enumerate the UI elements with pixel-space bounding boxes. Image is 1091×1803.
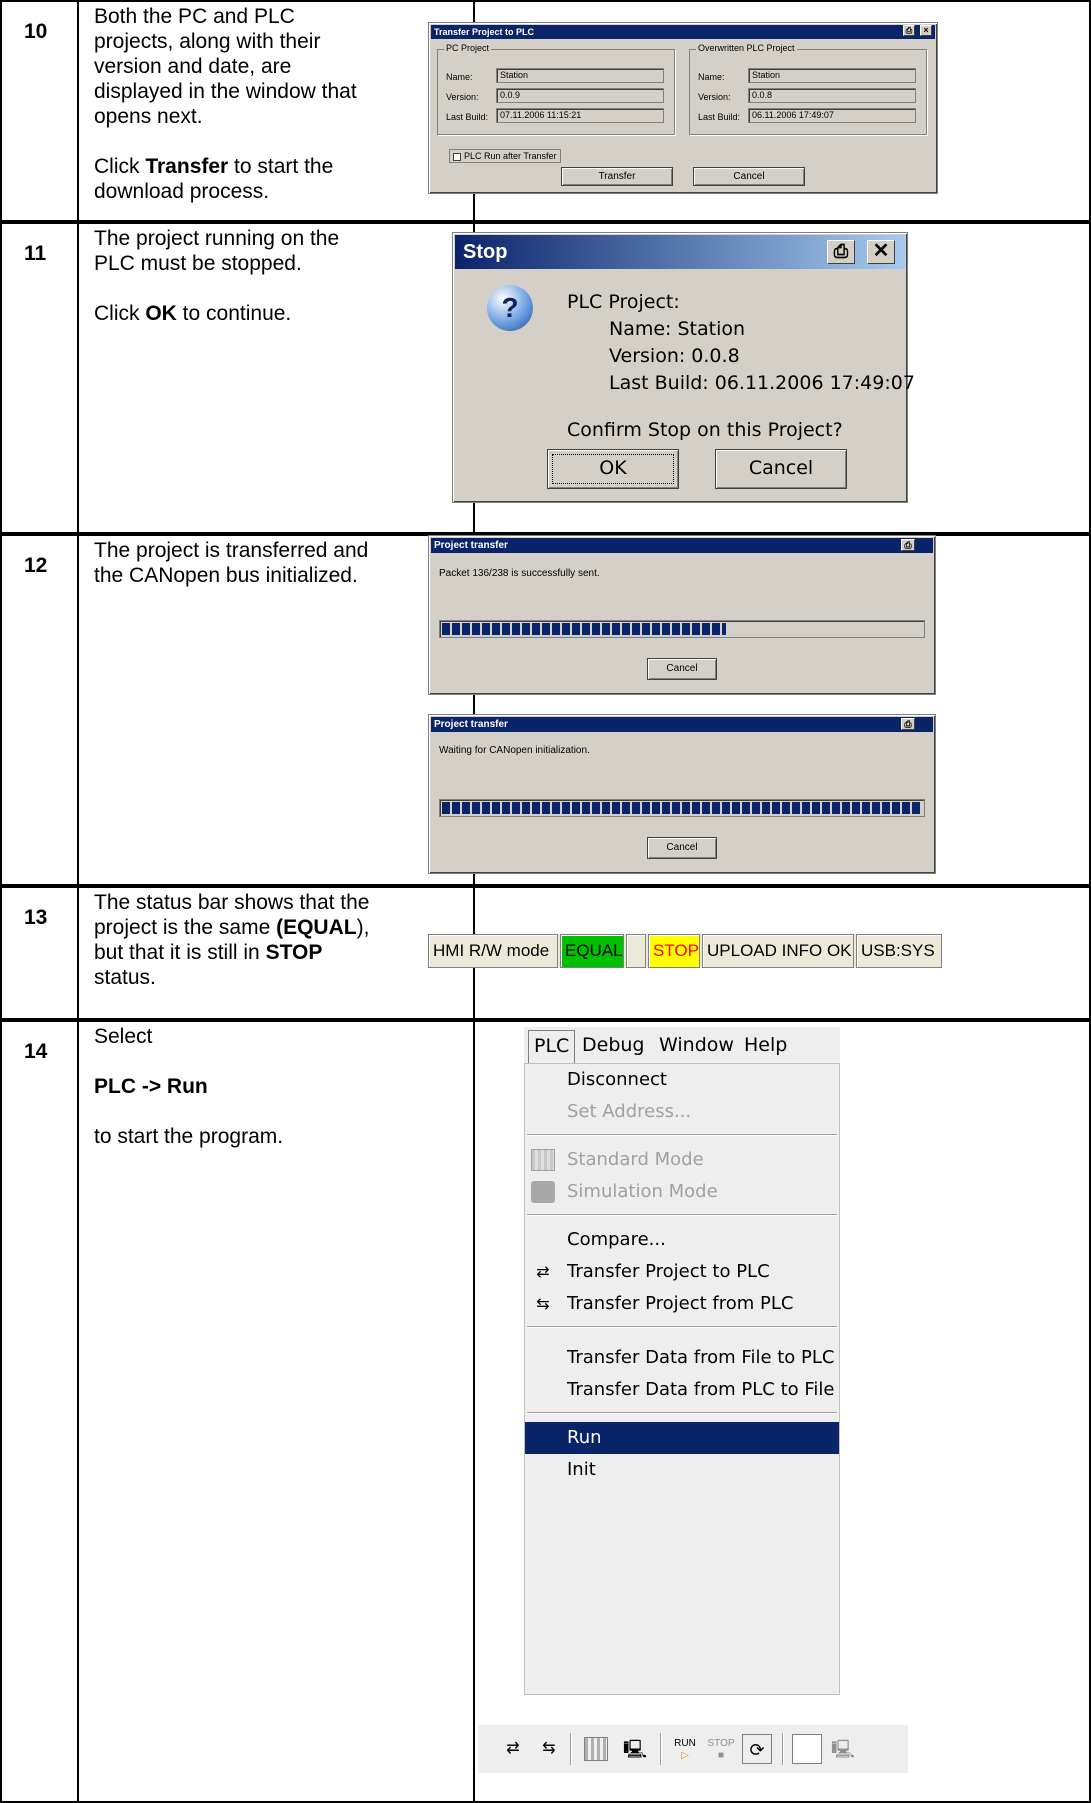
standard-mode-icon xyxy=(531,1149,555,1171)
dialog-title: Project transfer xyxy=(434,540,508,551)
question-icon: ? xyxy=(487,285,533,331)
standard-mode-icon[interactable] xyxy=(584,1737,608,1761)
status-mode: HMI R/W mode xyxy=(428,934,558,968)
plc-project-group: Overwritten PLC Project Name: Station Ve… xyxy=(689,43,927,135)
menu-item-disconnect[interactable]: Disconnect xyxy=(525,1064,839,1096)
plc-lastbuild-field: 06.11.2006 17:49:07 xyxy=(748,108,916,123)
simulation-mode-icon xyxy=(531,1181,555,1203)
step-number: 14 xyxy=(0,1020,77,1803)
menu-item-transfer-data-plc-to-file[interactable]: Transfer Data from PLC to File xyxy=(525,1374,839,1406)
printer-icon[interactable]: ⎙ xyxy=(827,240,855,264)
ok-button[interactable]: OK xyxy=(547,449,679,489)
menu-item-simulation-mode[interactable]: Simulation Mode xyxy=(525,1176,839,1208)
simulation-mode-icon[interactable]: 🖳 xyxy=(620,1734,650,1764)
plc-toolbar: ⇄ ⇆ 🖳 RUN ▷ STOP ■ ⟳ 🖳 xyxy=(478,1725,908,1773)
menu-item-set-address[interactable]: Set Address... xyxy=(525,1096,839,1128)
step-description: The project is transferred and the CANop… xyxy=(77,534,475,886)
toolbar-separator xyxy=(570,1733,572,1765)
menu-item-run[interactable]: Run xyxy=(525,1422,839,1454)
progress-message: Waiting for CANopen initialization. xyxy=(439,745,590,756)
stop-dialog: Stop ⎙ ✕ ? PLC Project: Name: Station Ve… xyxy=(452,232,915,503)
project-transfer-dialog: Project transfer ⎙ Packet 136/238 is suc… xyxy=(428,535,936,695)
plc-dropdown-menu: Disconnect Set Address... Standard Mode … xyxy=(524,1063,840,1695)
step-number: 10 xyxy=(0,0,77,222)
dialog-title: Project transfer xyxy=(434,719,508,730)
step-number: 11 xyxy=(0,222,77,534)
stop-icon[interactable]: STOP ■ xyxy=(706,1734,736,1764)
step-description: Both the PC and PLC projects, along with… xyxy=(77,0,475,222)
menu-item-transfer-to-plc[interactable]: ⇄ Transfer Project to PLC xyxy=(525,1256,839,1288)
cancel-button[interactable]: Cancel xyxy=(715,449,847,489)
printer-icon[interactable]: ⎙ xyxy=(901,718,915,730)
menu-separator xyxy=(527,1412,837,1414)
transfer-to-plc-icon[interactable]: ⇄ xyxy=(498,1734,528,1764)
status-bar: HMI R/W mode EQUAL STOP UPLOAD INFO OK U… xyxy=(428,934,942,968)
menu-help[interactable]: Help xyxy=(744,1030,787,1060)
plc-version-field: 0.0.8 xyxy=(748,88,916,103)
step-number: 12 xyxy=(0,534,77,886)
status-upload: UPLOAD INFO OK xyxy=(702,934,854,968)
pc-project-group: PC Project Name: Station Version: 0.0.9 … xyxy=(437,43,675,135)
plc-run-checkbox[interactable]: PLC Run after Transfer xyxy=(449,149,561,163)
progress-bar xyxy=(439,620,925,638)
transfer-project-dialog: Transfer Project to PLC ⎙ × PC Project N… xyxy=(428,22,938,194)
toolbar-separator xyxy=(782,1733,784,1765)
status-state: STOP xyxy=(648,934,700,968)
simulation-mode-icon[interactable]: 🖳 xyxy=(828,1734,858,1764)
printer-icon[interactable]: ⎙ xyxy=(901,539,915,551)
transfer-from-plc-icon[interactable]: ⇆ xyxy=(534,1734,564,1764)
menu-debug[interactable]: Debug xyxy=(582,1030,644,1060)
menu-plc[interactable]: PLC xyxy=(528,1030,576,1064)
progress-fill xyxy=(442,623,726,635)
project-transfer-dialog: Project transfer ⎙ Waiting for CANopen i… xyxy=(428,714,936,874)
plc-name-field: Station xyxy=(748,68,916,83)
checkbox-box[interactable] xyxy=(453,152,461,161)
close-icon[interactable]: × xyxy=(920,25,932,36)
stop-message: PLC Project: Name: Station Version: 0.0.… xyxy=(567,291,915,441)
dialog-title: Stop xyxy=(463,241,508,263)
cancel-button[interactable]: Cancel xyxy=(693,167,805,186)
progress-bar xyxy=(439,799,925,817)
menu-item-standard-mode[interactable]: Standard Mode xyxy=(525,1144,839,1176)
pc-lastbuild-field: 07.11.2006 11:15:21 xyxy=(496,108,664,123)
step-description: Select PLC -> Run to start the program. xyxy=(77,1020,475,1803)
dialog-titlebar: Project transfer ⎙ xyxy=(431,717,933,732)
menu-item-transfer-from-plc[interactable]: ⇆ Transfer Project from PLC xyxy=(525,1288,839,1320)
step-description: The status bar shows that the project is… xyxy=(77,886,475,1020)
transfer-to-plc-icon: ⇄ xyxy=(536,1262,550,1281)
cancel-button[interactable]: Cancel xyxy=(647,837,717,859)
menu-item-compare[interactable]: Compare... xyxy=(525,1224,839,1256)
close-icon[interactable]: ✕ xyxy=(867,240,895,264)
menu-separator xyxy=(527,1214,837,1216)
transfer-button[interactable]: Transfer xyxy=(561,167,673,186)
pc-name-field: Station xyxy=(496,68,664,83)
standard-mode-icon[interactable] xyxy=(792,1734,822,1764)
menu-window[interactable]: Window xyxy=(659,1030,734,1060)
status-empty xyxy=(626,934,646,968)
run-icon[interactable]: RUN ▷ xyxy=(670,1734,700,1764)
toolbar-separator xyxy=(660,1733,662,1765)
status-compare: EQUAL xyxy=(560,934,624,968)
cancel-button[interactable]: Cancel xyxy=(647,658,717,680)
progress-message: Packet 136/238 is successfully sent. xyxy=(439,568,600,579)
dialog-titlebar: Project transfer ⎙ xyxy=(431,538,933,553)
menu-separator xyxy=(527,1326,837,1328)
printer-icon[interactable]: ⎙ xyxy=(903,25,915,36)
menu-separator xyxy=(527,1134,837,1136)
pc-version-field: 0.0.9 xyxy=(496,88,664,103)
dialog-titlebar: Stop ⎙ ✕ xyxy=(455,235,905,269)
step-description: The project running on the PLC must be s… xyxy=(77,222,475,534)
refresh-icon[interactable]: ⟳ xyxy=(742,1734,772,1764)
step-number: 13 xyxy=(0,886,77,1020)
dialog-title: Transfer Project to PLC xyxy=(434,27,535,37)
progress-fill xyxy=(442,802,922,814)
menu-item-transfer-data-file-to-plc[interactable]: Transfer Data from File to PLC xyxy=(525,1342,839,1374)
menu-item-init[interactable]: Init xyxy=(525,1454,839,1486)
status-connection: USB:SYS xyxy=(856,934,942,968)
transfer-from-plc-icon: ⇆ xyxy=(536,1294,550,1313)
dialog-titlebar: Transfer Project to PLC ⎙ × xyxy=(431,25,935,39)
